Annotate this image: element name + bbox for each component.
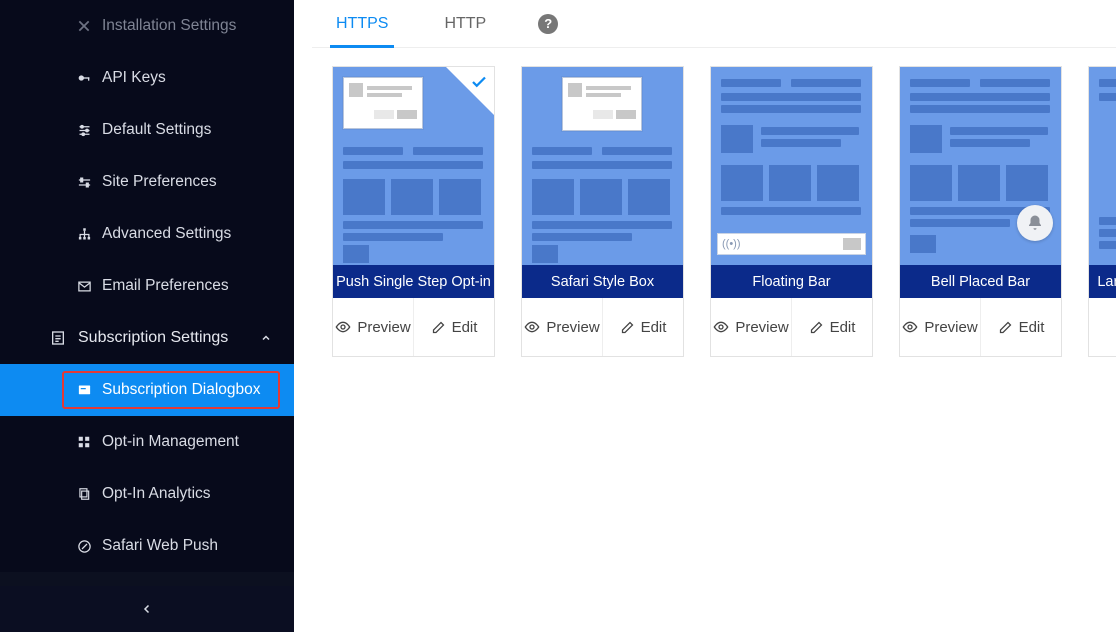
sidebar-item-optin-management[interactable]: Opt-in Management xyxy=(0,416,294,468)
chevron-up-icon xyxy=(260,332,272,344)
edit-button[interactable]: Edit xyxy=(791,298,872,356)
sidebar-item-label: Safari Web Push xyxy=(76,537,218,555)
copy-icon xyxy=(76,486,92,502)
sidebar-item-subscription-dialogbox[interactable]: Subscription Dialogbox xyxy=(0,364,294,416)
preview-button[interactable]: Preview xyxy=(522,298,602,356)
eye-icon xyxy=(713,319,729,335)
tab-https[interactable]: HTTPS xyxy=(332,0,392,48)
envelope-icon xyxy=(76,278,92,294)
broadcast-icon: ((•)) xyxy=(722,238,741,250)
edit-button[interactable]: Edit xyxy=(602,298,683,356)
tab-http[interactable]: HTTP xyxy=(440,0,490,48)
grid-icon xyxy=(76,434,92,450)
settings-icon xyxy=(76,174,92,190)
sidebar-item-label: Installation Settings xyxy=(76,17,236,35)
edit-button[interactable]: Edit xyxy=(980,298,1061,356)
check-icon xyxy=(470,73,488,91)
sidebar-item-api-keys[interactable]: API Keys xyxy=(0,52,294,104)
sidebar-item-label: Subscription Dialogbox xyxy=(76,381,261,399)
edit-button[interactable]: Edit xyxy=(413,298,494,356)
eye-icon xyxy=(524,319,540,335)
main-content: HTTPS HTTP ? xyxy=(294,0,1116,632)
card-title: Safari Style Box xyxy=(522,265,683,298)
sidebar-collapse-button[interactable] xyxy=(0,586,294,632)
sidebar-item-label: Opt-in Management xyxy=(76,433,239,451)
hierarchy-icon xyxy=(76,226,92,242)
card-push-single-step[interactable]: Push Single Step Opt-in Preview Edit xyxy=(332,66,495,357)
sidebar-item-label: Site Preferences xyxy=(76,173,217,191)
preview-button[interactable]: Preview xyxy=(900,298,980,356)
close-icon xyxy=(76,18,92,34)
card-safari-style-box[interactable]: Safari Style Box Preview Edit xyxy=(521,66,684,357)
sidebar-item-email-preferences[interactable]: Email Preferences xyxy=(0,260,294,312)
tabs: HTTPS HTTP ? xyxy=(312,0,1116,48)
help-button[interactable]: ? xyxy=(538,14,558,34)
sidebar-item-site-preferences[interactable]: Site Preferences xyxy=(0,156,294,208)
card-bell-placed-bar[interactable]: Bell Placed Bar Preview Edit xyxy=(899,66,1062,357)
pencil-icon xyxy=(431,320,446,335)
sidebar-item-label: Advanced Settings xyxy=(76,225,231,243)
card-floating-bar[interactable]: ((•)) Floating Bar Preview Edit xyxy=(710,66,873,357)
sidebar-item-optin-analytics[interactable]: Opt-In Analytics xyxy=(0,468,294,520)
preview-button[interactable]: Preview xyxy=(711,298,791,356)
sidebar-item-label: Opt-In Analytics xyxy=(76,485,211,503)
sidebar-item-label: Default Settings xyxy=(76,121,211,139)
floating-bar-mock: ((•)) xyxy=(717,233,866,255)
bell-icon xyxy=(1017,205,1053,241)
sidebar: Installation Settings API Keys Default S… xyxy=(0,0,294,632)
preview-button[interactable]: Preview xyxy=(333,298,413,356)
sidebar-section-subscription-settings[interactable]: Subscription Settings xyxy=(0,312,294,364)
card-title: Bell Placed Bar xyxy=(900,265,1061,298)
card-grid: Push Single Step Opt-in Preview Edit xyxy=(312,48,1116,375)
card-thumbnail: ((•)) xyxy=(711,67,872,265)
card-thumbnail xyxy=(900,67,1061,265)
pencil-icon xyxy=(620,320,635,335)
sliders-icon xyxy=(76,122,92,138)
sidebar-item-installation-settings[interactable]: Installation Settings xyxy=(0,0,294,52)
sidebar-item-label: Email Preferences xyxy=(76,277,229,295)
card-thumbnail xyxy=(1089,67,1116,265)
card-title: Large Safari Style Box xyxy=(1089,265,1116,298)
card-title: Floating Bar xyxy=(711,265,872,298)
dialog-icon xyxy=(76,382,92,398)
eye-icon xyxy=(902,319,918,335)
eye-icon xyxy=(335,319,351,335)
key-icon xyxy=(76,70,92,86)
card-thumbnail xyxy=(522,67,683,265)
card-thumbnail xyxy=(333,67,494,265)
card-large-safari-style-box[interactable]: Large Safari Style Box xyxy=(1088,66,1116,357)
checklist-icon xyxy=(50,330,66,346)
pencil-icon xyxy=(809,320,824,335)
safari-icon xyxy=(76,538,92,554)
sidebar-item-default-settings[interactable]: Default Settings xyxy=(0,104,294,156)
sidebar-section-label: Subscription Settings xyxy=(50,329,228,347)
sidebar-item-safari-web-push[interactable]: Safari Web Push xyxy=(0,520,294,572)
pencil-icon xyxy=(998,320,1013,335)
card-title: Push Single Step Opt-in xyxy=(333,265,494,298)
sidebar-item-advanced-settings[interactable]: Advanced Settings xyxy=(0,208,294,260)
chevron-left-icon xyxy=(141,603,153,615)
